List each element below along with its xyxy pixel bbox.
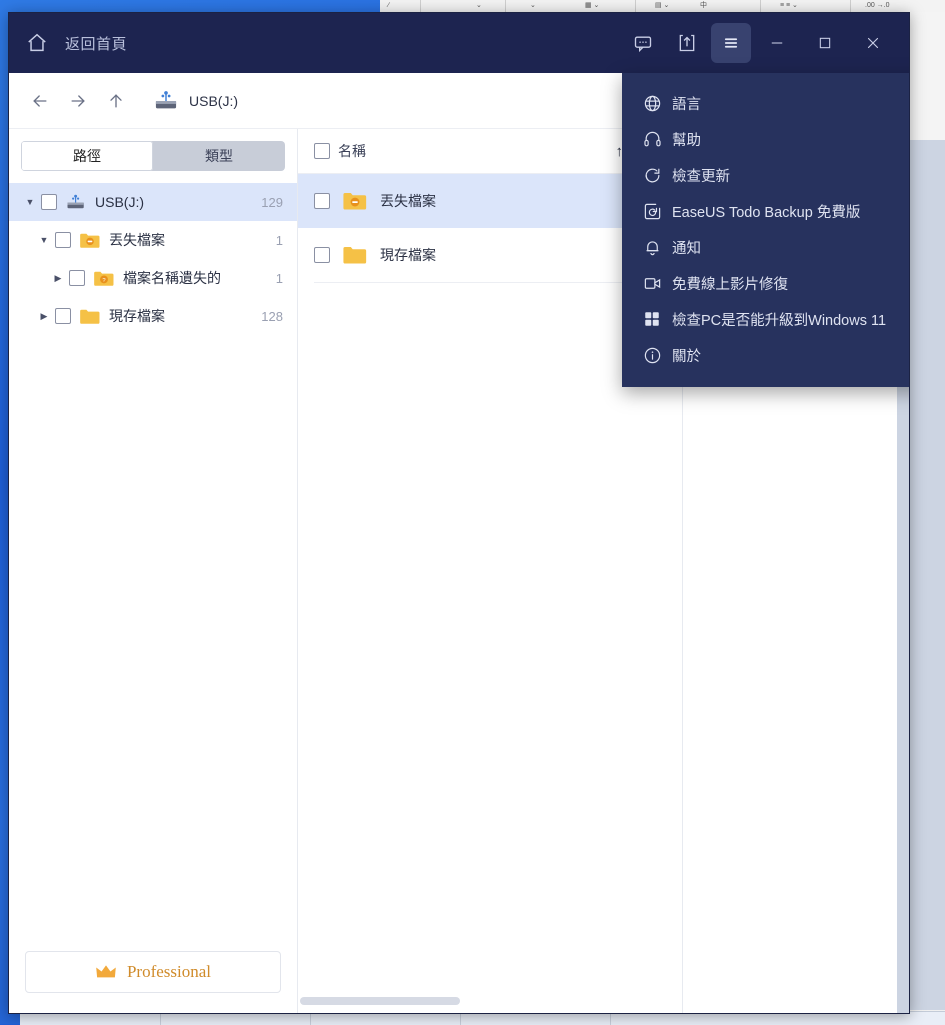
grid-icon: [632, 310, 672, 328]
menu-item-label: 檢查PC是否能升級到Windows 11: [672, 309, 910, 330]
tree-checkbox[interactable]: [41, 194, 57, 210]
menu-item-about[interactable]: 關於: [622, 337, 910, 373]
bell-icon: [632, 238, 672, 257]
tree-item-label: 現存檔案: [109, 306, 261, 326]
crown-icon: [95, 964, 117, 980]
tree-item-lost-names[interactable]: ▶ ? 檔案名稱遺失的 1: [9, 259, 297, 297]
tree-item-count: 128: [261, 309, 283, 324]
select-all-checkbox[interactable]: [314, 143, 330, 159]
tree-item-count: 1: [276, 271, 283, 286]
menu-item-notification[interactable]: 通知 ›: [622, 229, 910, 265]
headset-icon: [632, 130, 672, 149]
up-arrow-icon[interactable]: [97, 82, 135, 120]
video-icon: [632, 274, 672, 293]
usb-drive-icon: [65, 194, 87, 211]
tree-item-existing-files[interactable]: ▶ 現存檔案 128: [9, 297, 297, 335]
professional-button[interactable]: Professional: [25, 951, 281, 993]
menu-item-win11-check[interactable]: 檢查PC是否能升級到Windows 11: [622, 301, 910, 337]
path-label: USB(J:): [189, 93, 238, 109]
tree-checkbox[interactable]: [55, 232, 71, 248]
backup-icon: [632, 202, 672, 221]
breadcrumb[interactable]: USB(J:): [153, 90, 238, 112]
maximize-button[interactable]: [803, 23, 847, 63]
tree-item-count: 129: [261, 195, 283, 210]
row-divider: [314, 282, 666, 283]
menu-item-label: 語言: [672, 93, 910, 114]
professional-label: Professional: [127, 962, 211, 982]
tree-checkbox[interactable]: [69, 270, 85, 286]
tree-item-lost-files[interactable]: ▼ 丟失檔案 1: [9, 221, 297, 259]
tree-item-label: USB(J:): [95, 194, 261, 210]
menu-item-label: EaseUS Todo Backup 免費版: [672, 201, 910, 222]
home-icon[interactable]: [9, 32, 65, 54]
menu-item-label: 免費線上影片修復: [672, 273, 910, 294]
pro-upgrade-area: Professional: [9, 937, 297, 1013]
menu-item-language[interactable]: 語言 ›: [622, 85, 910, 121]
tree-item-usb[interactable]: ▼ USB(J:) 129: [9, 183, 297, 221]
tree-item-count: 1: [276, 233, 283, 248]
minimize-button[interactable]: [755, 23, 799, 63]
feedback-chat-icon[interactable]: [623, 23, 663, 63]
column-header-name[interactable]: 名稱: [338, 141, 366, 161]
file-row-name: 現存檔案: [380, 245, 436, 265]
menu-item-todo-backup[interactable]: EaseUS Todo Backup 免費版: [622, 193, 910, 229]
main-dropdown-menu: 語言 › 幫助 › 檢查更新: [622, 73, 910, 387]
chevron-down-icon[interactable]: ▼: [37, 235, 51, 245]
info-icon: [632, 346, 672, 365]
horizontal-scrollbar[interactable]: [298, 997, 682, 1005]
folder-tree: ▼ USB(J:) 129 ▼: [9, 179, 297, 937]
globe-icon: [632, 94, 672, 113]
menu-item-label: 關於: [672, 345, 910, 366]
tab-path[interactable]: 路徑: [21, 141, 153, 171]
upload-icon[interactable]: [667, 23, 707, 63]
unknown-folder-icon: ?: [93, 270, 115, 287]
easeus-data-recovery-window: 返回首頁: [8, 12, 910, 1014]
title-bar: 返回首頁: [9, 13, 909, 73]
menu-item-label: 通知: [672, 237, 910, 258]
menu-item-help[interactable]: 幫助 ›: [622, 121, 910, 157]
file-row-name: 丟失檔案: [380, 191, 436, 211]
usb-drive-icon: [153, 90, 179, 112]
menu-item-check-update[interactable]: 檢查更新: [622, 157, 910, 193]
folder-icon: [79, 308, 101, 325]
close-button[interactable]: [851, 23, 895, 63]
sidebar-tabs: 路徑 類型: [21, 141, 285, 171]
tree-checkbox[interactable]: [55, 308, 71, 324]
refresh-icon: [632, 166, 672, 185]
menu-item-video-repair[interactable]: 免費線上影片修復: [622, 265, 910, 301]
menu-item-label: 檢查更新: [672, 165, 910, 186]
title-bar-controls: [619, 23, 909, 63]
file-row-checkbox[interactable]: [314, 247, 330, 263]
back-arrow-icon[interactable]: [21, 82, 59, 120]
scrollbar-thumb[interactable]: [300, 997, 460, 1005]
feedback-banner: I 反饋裝置 誠邀您向我們反饋裝置資訊。這可以幫助我們更好地支援更多裝置。 立即…: [9, 1013, 909, 1014]
tree-item-label: 丟失檔案: [109, 230, 276, 250]
lost-folder-icon: [79, 232, 101, 249]
forward-arrow-icon[interactable]: [59, 82, 97, 120]
lost-folder-icon: [342, 191, 368, 211]
chevron-down-icon[interactable]: ▼: [23, 197, 37, 207]
tree-item-label: 檔案名稱遺失的: [123, 268, 276, 288]
chevron-right-icon[interactable]: ▶: [37, 311, 51, 322]
home-label[interactable]: 返回首頁: [65, 33, 127, 54]
tab-type[interactable]: 類型: [153, 141, 285, 171]
menu-item-label: 幫助: [672, 129, 910, 150]
chevron-right-icon[interactable]: ▶: [51, 273, 65, 284]
folder-icon: [342, 245, 368, 265]
sidebar: 路徑 類型 ▼ USB(J:) 129: [9, 129, 298, 1013]
file-row-checkbox[interactable]: [314, 193, 330, 209]
hamburger-menu-icon[interactable]: [711, 23, 751, 63]
